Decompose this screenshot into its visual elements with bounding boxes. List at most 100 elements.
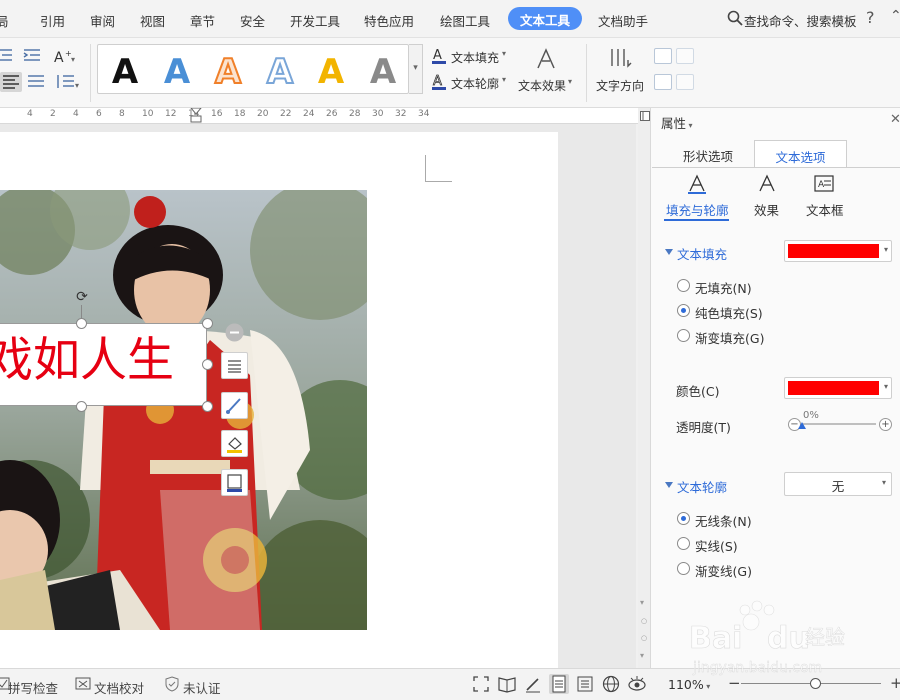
radio-button[interactable] [677, 329, 690, 342]
text-effects-icon[interactable] [534, 47, 558, 71]
wordart-style-4[interactable]: A [260, 49, 300, 89]
radio-button[interactable] [677, 279, 690, 292]
write-mode-icon[interactable] [523, 674, 543, 694]
menu-item[interactable]: 特色应用 [364, 11, 414, 30]
menu-item[interactable]: 视图 [140, 11, 165, 30]
radio-label[interactable]: 无线条(N) [695, 511, 752, 530]
horizontal-ruler[interactable]: 4 2 4 6 8 10 12 14 16 18 20 22 24 26 28 30 32 34 [0, 108, 638, 124]
zoom-in-button[interactable]: + [890, 674, 900, 692]
resize-handle-top-right[interactable] [202, 318, 213, 329]
radio-label[interactable]: 纯色填充(S) [695, 303, 763, 322]
wordart-style-5[interactable]: A [311, 49, 351, 89]
textbox-icon[interactable]: A [813, 173, 835, 195]
text-align-middle-icon[interactable] [676, 48, 694, 64]
panel-title[interactable]: 属性 ▾ [661, 113, 693, 132]
search-icon[interactable] [727, 10, 743, 26]
outline-button[interactable] [221, 469, 248, 496]
text-fill-heading[interactable]: 文本填充 [677, 244, 727, 263]
collapse-float-button[interactable] [221, 319, 248, 346]
text-outline-button[interactable]: 文本轮廓 [451, 75, 499, 92]
collapse-triangle-icon[interactable] [665, 482, 673, 488]
menu-item[interactable]: 绘图工具 [440, 11, 490, 30]
search-command-label[interactable]: 查找命令、搜索模板 [744, 11, 857, 30]
menu-item[interactable]: 局 [0, 11, 9, 30]
text-outline-icon[interactable]: A [430, 72, 448, 92]
text-effects-button[interactable]: 文本效果 [518, 77, 566, 94]
subtab-effects[interactable]: 效果 [754, 200, 779, 219]
indent-increase-icon[interactable] [22, 46, 44, 66]
radio-button[interactable] [677, 304, 690, 317]
radio-button[interactable] [677, 562, 690, 575]
text-fill-dropdown-icon[interactable]: ▾ [502, 49, 506, 58]
indent-marker-icon[interactable] [190, 108, 202, 124]
text-outline-heading[interactable]: 文本轮廓 [677, 477, 727, 496]
doc-proof-button[interactable]: 文档校对 [94, 678, 144, 697]
wordart-style-3[interactable]: A [208, 49, 248, 89]
tab-shape-options[interactable]: 形状选项 [668, 140, 748, 168]
web-view-icon[interactable] [601, 674, 621, 694]
effects-icon[interactable] [756, 173, 778, 195]
text-align-justify-icon[interactable] [676, 74, 694, 90]
text-direction-icon[interactable] [607, 46, 633, 70]
menu-item[interactable]: 审阅 [90, 11, 115, 30]
radio-label[interactable]: 实线(S) [695, 536, 738, 555]
zoom-level[interactable]: 110% ▾ [668, 677, 710, 692]
uncertified-status[interactable]: 未认证 [183, 678, 221, 697]
panel-close-icon[interactable]: ✕ [890, 112, 900, 127]
radio-label[interactable]: 渐变填充(G) [695, 328, 764, 347]
resize-handle-right[interactable] [202, 359, 213, 370]
collapse-triangle-icon[interactable] [665, 249, 673, 255]
text-direction-button[interactable]: 文字方向 [596, 77, 644, 94]
rotate-handle-icon[interactable]: ⟳ [74, 290, 90, 306]
transparency-slider[interactable] [802, 423, 876, 425]
collapse-icon[interactable]: ⌃ [890, 8, 900, 24]
scroll-down-arrow-icon[interactable]: ▾ [640, 598, 644, 607]
indent-decrease-icon[interactable] [0, 46, 16, 66]
resize-handle-bottom-right[interactable] [202, 401, 213, 412]
transparency-increase-button[interactable]: + [879, 418, 892, 431]
scroll-dot-icon[interactable]: ○ [641, 634, 647, 642]
scroll-down-page-icon[interactable]: ▾ [640, 651, 644, 660]
font-size-increase-icon[interactable]: A +▾ [52, 46, 78, 66]
text-align-bottom-icon[interactable] [654, 74, 672, 90]
menu-item[interactable]: 章节 [190, 11, 215, 30]
spell-check-button[interactable]: 拼写检查 [8, 678, 58, 697]
resize-handle-top[interactable] [76, 318, 87, 329]
line-spacing-icon[interactable]: ▾ [54, 72, 82, 92]
outline-view-icon[interactable] [575, 674, 595, 694]
subtab-fill-outline[interactable]: 填充与轮廓 [666, 200, 729, 219]
scroll-up-page-icon[interactable]: ○ [641, 617, 647, 625]
fill-outline-icon[interactable] [686, 173, 708, 195]
tab-text-options[interactable]: 文本选项 [754, 140, 847, 168]
help-icon[interactable]: ? [866, 8, 875, 27]
radio-label[interactable]: 渐变线(G) [695, 561, 752, 580]
eye-protection-icon[interactable] [627, 674, 647, 694]
text-box-content[interactable]: 戏如人生 [0, 331, 174, 391]
shape-style-button[interactable] [221, 392, 248, 419]
radio-label[interactable]: 无填充(N) [695, 278, 752, 297]
text-fill-icon[interactable]: A [430, 46, 448, 66]
transparency-slider-knob[interactable] [798, 422, 806, 429]
text-fill-button[interactable]: 文本填充 [451, 49, 499, 66]
menu-item[interactable]: 引用 [40, 11, 65, 30]
color-dropdown[interactable]: ▾ [784, 377, 892, 399]
shield-icon[interactable] [164, 676, 182, 692]
outline-select[interactable]: 无 ▾ [784, 472, 892, 496]
page-view-icon[interactable] [549, 674, 569, 694]
wordart-style-2[interactable]: A [157, 49, 197, 89]
doc-proof-icon[interactable] [75, 676, 93, 692]
menu-item[interactable]: 安全 [240, 11, 265, 30]
text-outline-dropdown-icon[interactable]: ▾ [502, 75, 506, 84]
tab-text-tools[interactable]: 文本工具 [508, 7, 583, 30]
text-align-top-icon[interactable] [654, 48, 672, 64]
menu-item[interactable]: 开发工具 [290, 11, 340, 30]
read-mode-icon[interactable] [497, 674, 517, 694]
wordart-style-6[interactable]: A [363, 49, 403, 89]
align-left-icon[interactable] [0, 72, 22, 92]
text-fill-color-dropdown[interactable]: ▾ [784, 240, 892, 262]
photo-image[interactable] [0, 190, 367, 630]
fullscreen-icon[interactable] [471, 674, 491, 694]
layout-options-button[interactable] [221, 352, 248, 379]
distribute-icon[interactable] [26, 72, 48, 92]
subtab-textbox[interactable]: 文本框 [806, 200, 844, 219]
